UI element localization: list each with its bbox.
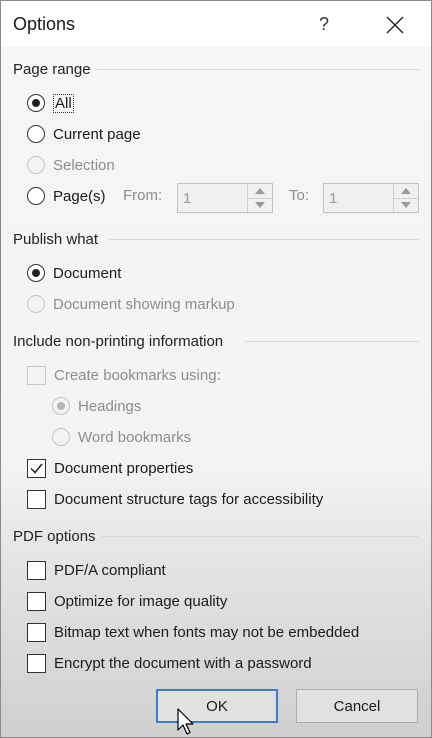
section-divider <box>97 69 419 70</box>
section-label-pdf-options: PDF options <box>13 528 96 545</box>
checkbox-optimize-image-quality-label: Optimize for image quality <box>54 592 228 610</box>
radio-current-page[interactable]: Current page <box>27 123 141 145</box>
section-divider <box>109 239 419 240</box>
radio-word-bookmarks-label: Word bookmarks <box>78 428 192 446</box>
options-dialog: Options ? Page range All Current page Se… <box>0 0 432 738</box>
checkbox-encrypt-document[interactable]: Encrypt the document with a password <box>27 652 312 674</box>
checkbox-bitmap-text-label: Bitmap text when fonts may not be embedd… <box>54 623 360 641</box>
radio-document[interactable]: Document <box>27 262 121 284</box>
mouse-pointer-icon <box>177 708 194 735</box>
cancel-button-label: Cancel <box>333 697 381 715</box>
from-increment-button <box>248 184 272 199</box>
dialog-title: Options <box>13 14 76 34</box>
radio-button[interactable] <box>27 94 45 112</box>
from-label: From: <box>123 187 163 204</box>
radio-headings-label: Headings <box>78 397 142 415</box>
radio-document-markup: Document showing markup <box>27 293 235 315</box>
radio-document-markup-label: Document showing markup <box>53 295 235 313</box>
checkbox-structure-tags-label: Document structure tags for accessibilit… <box>54 490 324 508</box>
to-decrement-button <box>394 198 418 212</box>
from-spinner-buttons <box>247 184 272 212</box>
ok-button-label: OK <box>206 697 228 715</box>
checkbox-create-bookmarks-label: Create bookmarks using: <box>54 366 221 384</box>
checkbox[interactable] <box>27 489 46 509</box>
checkbox-pdfa-compliant-label: PDF/A compliant <box>54 561 166 579</box>
radio-all-label: All <box>53 93 74 113</box>
checkbox[interactable] <box>27 458 46 478</box>
from-decrement-button <box>248 198 272 212</box>
spin-down-icon <box>255 202 265 208</box>
checkbox-create-bookmarks: Create bookmarks using: <box>27 364 221 386</box>
checkbox[interactable] <box>27 560 46 580</box>
from-value: 1 <box>183 190 192 207</box>
checkbox-encrypt-document-label: Encrypt the document with a password <box>54 654 312 672</box>
radio-button <box>27 295 45 313</box>
spin-up-icon <box>255 188 265 194</box>
radio-selection: Selection <box>27 154 115 176</box>
checkbox[interactable] <box>27 591 46 611</box>
checkbox-pdfa-compliant[interactable]: PDF/A compliant <box>27 559 166 581</box>
spin-down-icon <box>401 202 411 208</box>
close-icon <box>386 16 404 34</box>
to-value: 1 <box>329 190 338 207</box>
to-spinner: 1 <box>323 183 419 213</box>
section-divider <box>245 341 419 342</box>
help-button[interactable]: ? <box>301 7 347 41</box>
to-increment-button <box>394 184 418 199</box>
radio-button <box>52 397 70 415</box>
section-label-non-printing: Include non-printing information <box>13 333 224 350</box>
section-label-publish-what: Publish what <box>13 231 99 248</box>
radio-button[interactable] <box>27 187 45 205</box>
section-divider <box>101 536 419 537</box>
checkbox-document-properties-label: Document properties <box>54 459 194 477</box>
checkbox[interactable] <box>27 653 46 673</box>
close-button[interactable] <box>369 7 421 41</box>
checkbox[interactable] <box>27 622 46 642</box>
checkbox-structure-tags[interactable]: Document structure tags for accessibilit… <box>27 488 323 510</box>
to-label: To: <box>289 187 310 204</box>
radio-pages-label: Page(s) <box>53 187 106 205</box>
cancel-button[interactable]: Cancel <box>296 689 418 723</box>
radio-selection-label: Selection <box>53 156 115 174</box>
ok-button[interactable]: OK <box>156 689 278 723</box>
radio-headings: Headings <box>52 395 141 417</box>
radio-all[interactable]: All <box>27 92 74 114</box>
checkmark-icon <box>30 463 43 474</box>
radio-button[interactable] <box>27 125 45 143</box>
from-spinner: 1 <box>177 183 273 213</box>
checkbox-document-properties[interactable]: Document properties <box>27 457 193 479</box>
section-label-page-range: Page range <box>13 61 91 78</box>
checkbox-bitmap-text[interactable]: Bitmap text when fonts may not be embedd… <box>27 621 359 643</box>
radio-pages[interactable]: Page(s) <box>27 185 106 207</box>
title-bar: Options ? <box>1 1 431 47</box>
checkbox-optimize-image-quality[interactable]: Optimize for image quality <box>27 590 227 612</box>
spin-up-icon <box>401 188 411 194</box>
radio-word-bookmarks: Word bookmarks <box>52 426 191 448</box>
checkbox <box>27 365 46 385</box>
radio-button <box>52 428 70 446</box>
to-spinner-buttons <box>393 184 418 212</box>
radio-document-label: Document <box>53 264 122 282</box>
radio-button <box>27 156 45 174</box>
radio-current-page-label: Current page <box>53 125 141 143</box>
radio-button[interactable] <box>27 264 45 282</box>
help-icon: ? <box>318 14 329 34</box>
